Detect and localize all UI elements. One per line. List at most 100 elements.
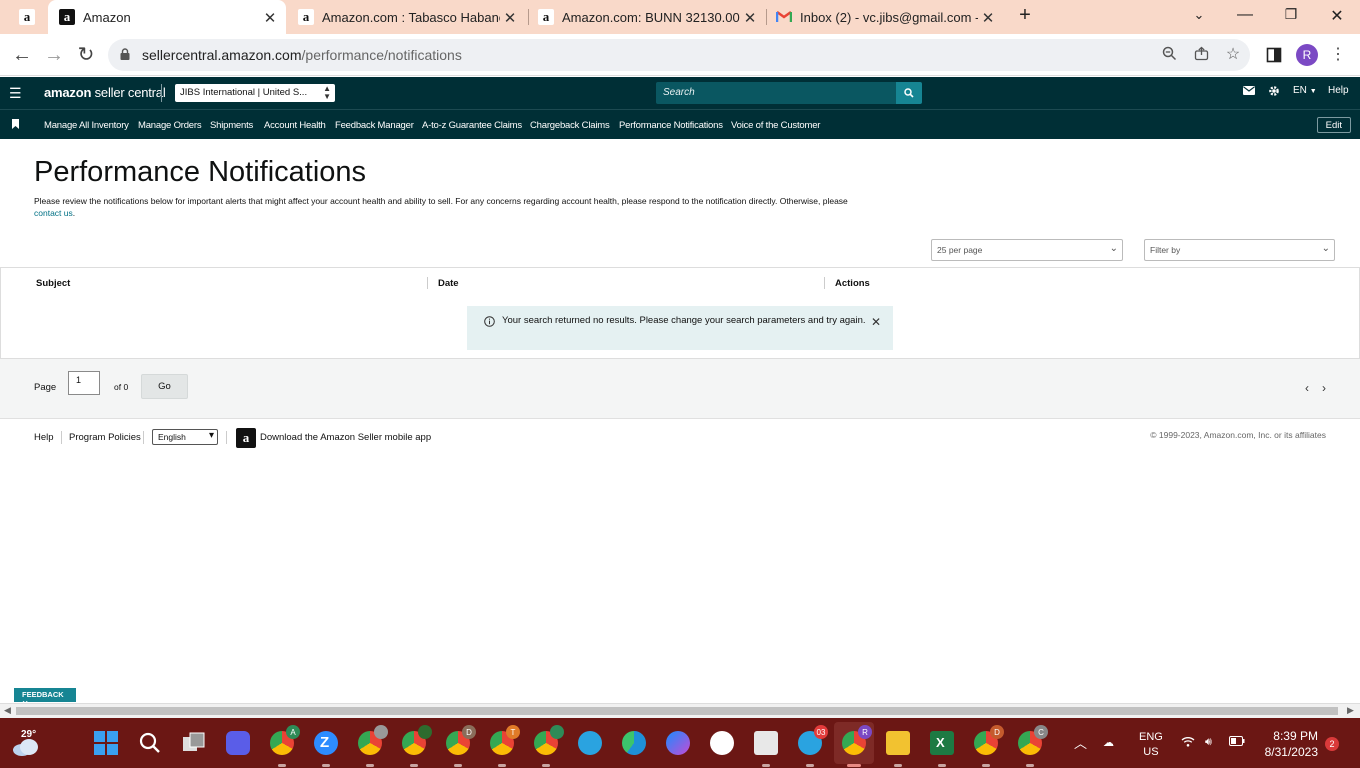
column-date[interactable]: Date: [438, 278, 459, 289]
nav-a-to-z-claims[interactable]: A-to-z Guarantee Claims: [422, 120, 522, 131]
back-arrow-icon[interactable]: ←: [10, 43, 34, 67]
volume-icon[interactable]: 🔊︎: [1205, 736, 1212, 749]
nav-chargeback-claims[interactable]: Chargeback Claims: [530, 120, 610, 131]
footer-language-select[interactable]: English ▾: [152, 429, 218, 445]
tab-tabasco[interactable]: a Amazon.com : Tabasco Habanero ✕: [288, 0, 526, 34]
language-selector[interactable]: EN ▼: [1293, 85, 1317, 96]
tab-search-button[interactable]: a: [10, 0, 44, 34]
nav-manage-all-inventory[interactable]: Manage All Inventory: [44, 120, 129, 131]
nav-account-health[interactable]: Account Health: [264, 120, 326, 131]
search-button[interactable]: [896, 82, 922, 104]
forward-arrow-icon[interactable]: →: [42, 43, 66, 67]
task-view-icon[interactable]: [182, 731, 206, 755]
profile-badge: [418, 725, 432, 739]
edit-nav-button[interactable]: Edit: [1316, 117, 1351, 133]
new-tab-button[interactable]: +: [1013, 4, 1037, 27]
tab-search-chevron-icon[interactable]: ⌄: [1187, 7, 1211, 23]
previous-page-icon[interactable]: ‹: [1305, 381, 1309, 395]
per-page-value: 25 per page: [937, 245, 983, 255]
messenger-icon[interactable]: [666, 731, 690, 755]
snipping-tool-icon[interactable]: [754, 731, 778, 755]
reload-icon[interactable]: ↻: [74, 43, 98, 67]
scroll-right-icon[interactable]: ▶: [1347, 705, 1354, 716]
intro-period: .: [72, 208, 76, 218]
feedback-tab[interactable]: FEEDBACK ✕: [14, 688, 76, 708]
footer-download-app-link[interactable]: Download the Amazon Seller mobile app: [260, 432, 431, 443]
help-link[interactable]: Help: [1328, 85, 1349, 96]
telegram-notify-icon[interactable]: 03: [798, 725, 828, 755]
notification-count-badge[interactable]: 2: [1325, 737, 1339, 751]
running-indicator: [454, 764, 462, 767]
chrome-profile-c-icon[interactable]: C: [1018, 725, 1048, 755]
store-selector[interactable]: JIBS International | United S... ▲ ▼: [175, 84, 335, 102]
excel-icon[interactable]: X: [930, 731, 954, 755]
onedrive-error-icon[interactable]: ☁: [1103, 736, 1114, 749]
browser-menu-icon[interactable]: ⋮: [1326, 43, 1350, 67]
horizontal-scrollbar[interactable]: ◀ ▶: [0, 703, 1360, 718]
zoom-app-icon[interactable]: Z: [314, 731, 338, 755]
chrome-profile-icon[interactable]: [534, 725, 564, 755]
nav-feedback-manager[interactable]: Feedback Manager: [335, 120, 414, 131]
battery-icon[interactable]: [1229, 736, 1245, 749]
bookmark-icon[interactable]: [12, 119, 19, 129]
chrome-profile-icon[interactable]: [358, 725, 388, 755]
close-tab-icon[interactable]: ✕: [262, 9, 278, 27]
edge-icon[interactable]: [622, 731, 646, 755]
amazon-app-icon[interactable]: a: [236, 428, 256, 448]
minimize-icon[interactable]: —: [1233, 6, 1257, 24]
close-tab-icon[interactable]: ✕: [742, 9, 758, 27]
tab-gmail[interactable]: Inbox (2) - vc.jibs@gmail.com - G ✕: [766, 0, 1004, 34]
chrome-profile-t-icon[interactable]: T: [490, 725, 520, 755]
side-panel-icon[interactable]: [1262, 43, 1286, 69]
address-bar[interactable]: sellercentral.amazon.com/performance/not…: [108, 39, 1250, 71]
nav-performance-notifications[interactable]: Performance Notifications: [619, 120, 723, 131]
close-alert-icon[interactable]: ✕: [871, 315, 881, 329]
tab-amazon[interactable]: a Amazon ✕: [48, 0, 286, 34]
mail-icon[interactable]: [1243, 86, 1255, 98]
slack-icon[interactable]: [710, 731, 734, 755]
close-window-icon[interactable]: ✕: [1325, 6, 1349, 26]
tray-overflow-chevron-icon[interactable]: ︿: [1074, 733, 1087, 752]
hamburger-menu-icon[interactable]: ☰: [9, 85, 22, 102]
restore-icon[interactable]: ❐: [1279, 6, 1303, 23]
column-subject[interactable]: Subject: [36, 278, 70, 289]
page-number-input[interactable]: 1: [68, 371, 100, 395]
chrome-profile-d-icon[interactable]: D: [974, 725, 1004, 755]
teams-icon[interactable]: [226, 731, 250, 755]
scrollbar-thumb[interactable]: [16, 707, 1338, 715]
search-icon[interactable]: [138, 731, 162, 755]
close-tab-icon[interactable]: ✕: [980, 9, 996, 27]
tab-bunn[interactable]: a Amazon.com: BUNN 32130.0000 ✕: [528, 0, 766, 34]
page-intro: Please review the notifications below fo…: [34, 195, 884, 219]
file-explorer-icon[interactable]: [886, 731, 910, 755]
seller-central-logo[interactable]: amazon seller central: [44, 85, 166, 100]
filter-select[interactable]: Filter by ⌄: [1144, 239, 1335, 261]
wifi-icon[interactable]: [1181, 736, 1195, 750]
chrome-profile-r-icon[interactable]: R: [842, 725, 872, 755]
profile-avatar[interactable]: R: [1296, 44, 1318, 66]
system-clock[interactable]: 8:39 PM 8/31/2023: [1262, 728, 1318, 760]
share-icon[interactable]: [1191, 46, 1211, 65]
chrome-profile-d-icon[interactable]: D: [446, 725, 476, 755]
telegram-icon[interactable]: [578, 731, 602, 755]
seller-search-input[interactable]: Search: [656, 82, 896, 104]
settings-gear-icon[interactable]: [1268, 85, 1280, 100]
profile-badge: D: [990, 725, 1004, 739]
nav-shipments[interactable]: Shipments: [210, 120, 253, 131]
next-page-icon[interactable]: ›: [1322, 381, 1326, 395]
keyboard-language-indicator[interactable]: ENG US: [1139, 730, 1163, 760]
zoom-icon[interactable]: [1159, 46, 1179, 65]
chrome-profile-icon[interactable]: [402, 725, 432, 755]
chrome-profile-a-icon[interactable]: A: [270, 725, 300, 755]
close-tab-icon[interactable]: ✕: [502, 9, 518, 27]
footer-help-link[interactable]: Help: [34, 432, 54, 443]
nav-manage-orders[interactable]: Manage Orders: [138, 120, 202, 131]
nav-voice-of-customer[interactable]: Voice of the Customer: [731, 120, 820, 131]
scroll-left-icon[interactable]: ◀: [4, 705, 11, 716]
contact-us-link[interactable]: contact us: [34, 208, 73, 218]
per-page-select[interactable]: 25 per page ⌄: [931, 239, 1123, 261]
start-windows-icon[interactable]: [94, 731, 118, 755]
go-button[interactable]: Go: [141, 374, 188, 399]
footer-program-policies-link[interactable]: Program Policies: [69, 432, 141, 443]
bookmark-star-icon[interactable]: ☆: [1223, 44, 1243, 64]
